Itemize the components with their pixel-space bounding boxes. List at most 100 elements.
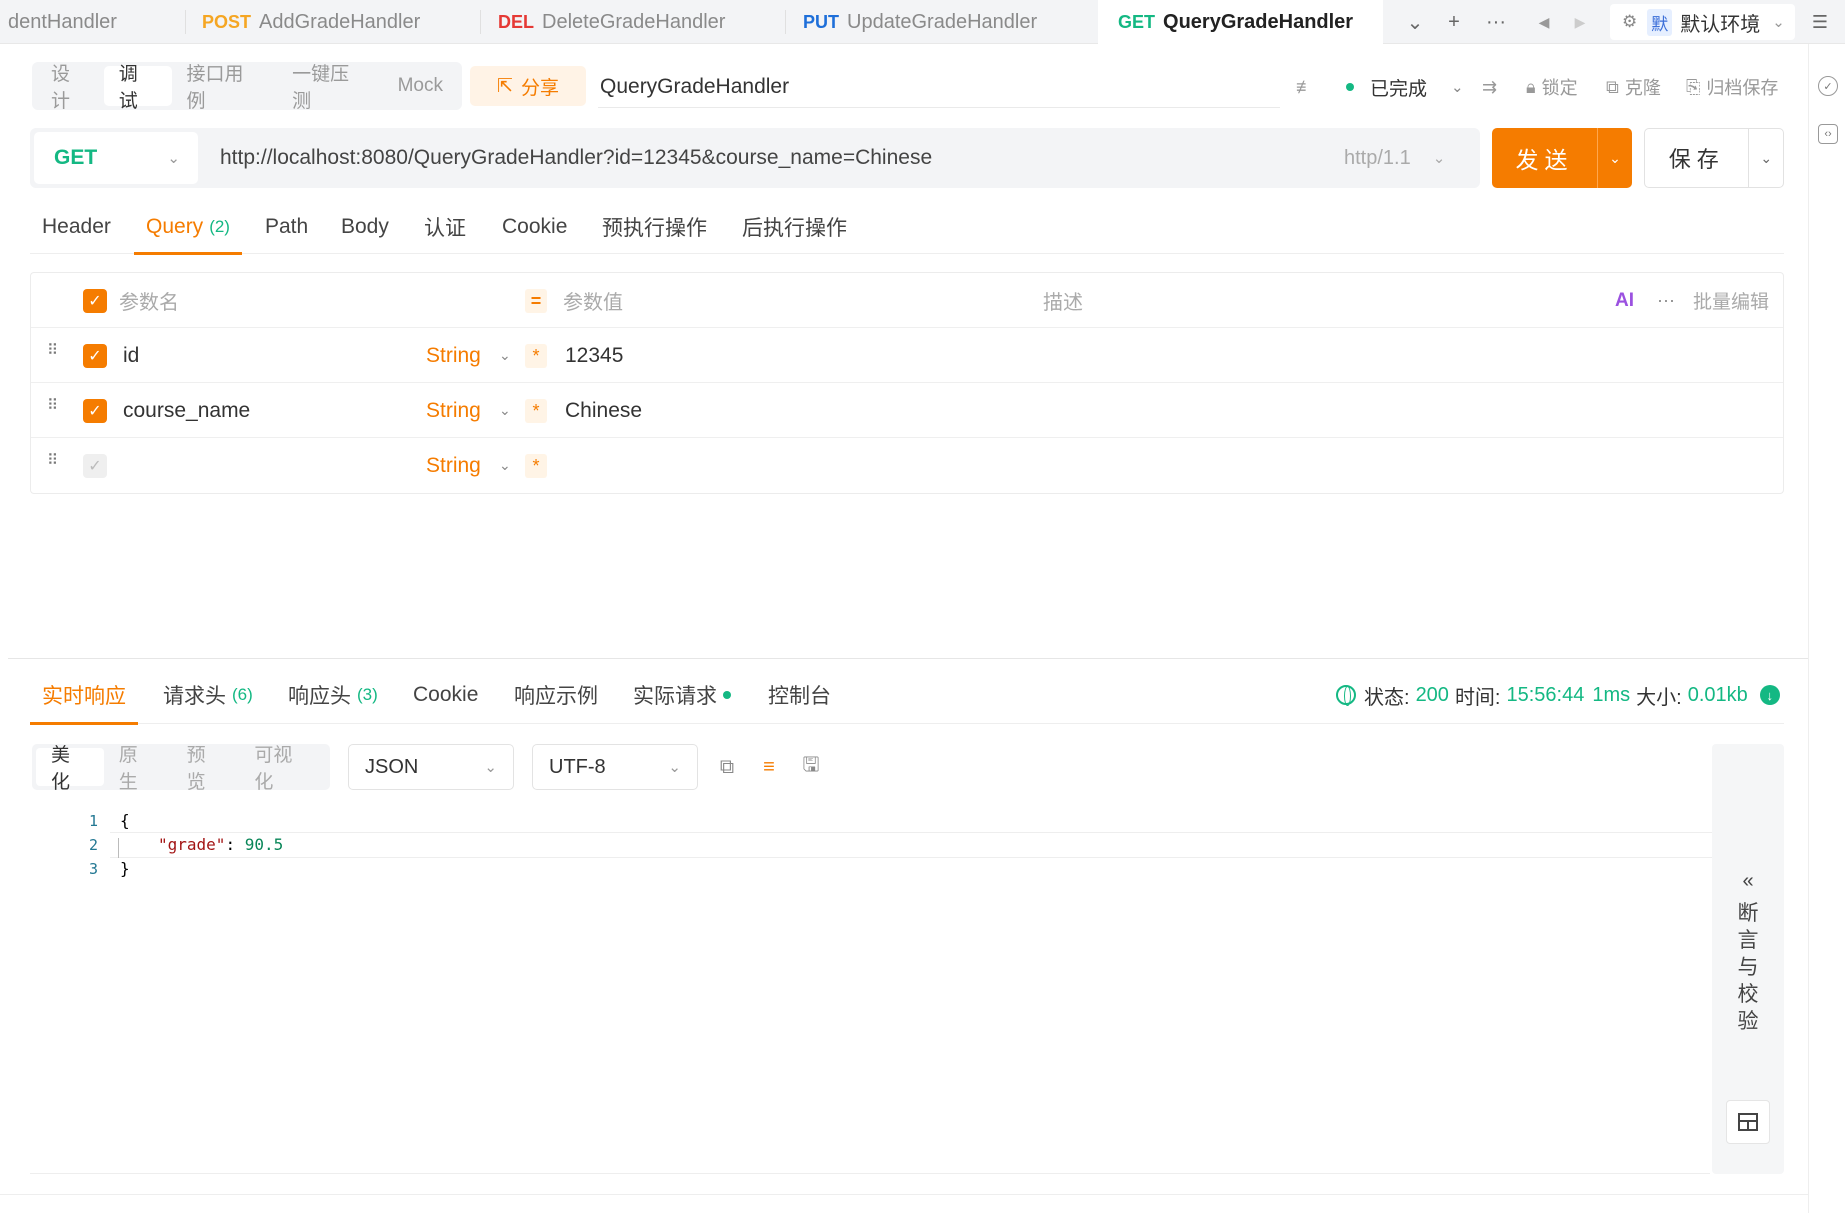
param-type[interactable]: String — [426, 328, 481, 383]
param-value[interactable]: Chinese — [565, 383, 642, 438]
tab-actual-request[interactable]: 实际请求 — [633, 666, 731, 724]
chevron-down-icon[interactable]: ⌄ — [1401, 8, 1429, 36]
tab-live-response[interactable]: 实时响应 — [30, 666, 138, 725]
arrow-left-icon[interactable]: ◀ — [1530, 8, 1558, 36]
drag-handle-icon[interactable]: ⠿ — [47, 398, 67, 421]
tab-delete-grade[interactable]: DEL DeleteGradeHandler — [498, 0, 725, 44]
param-type[interactable]: String — [426, 383, 481, 438]
tab-label: 请求头 — [163, 685, 226, 708]
required-icon[interactable]: * — [525, 399, 547, 423]
tab-label: 控制台 — [768, 685, 831, 708]
param-value[interactable] — [565, 438, 965, 493]
mode-mock[interactable]: Mock — [383, 66, 458, 106]
view-visualize[interactable]: 可视化 — [239, 745, 326, 793]
send-button[interactable]: 发送 ⌄ — [1492, 128, 1632, 188]
share-icon: ⇱ — [497, 75, 513, 97]
tab-console[interactable]: 控制台 — [768, 666, 831, 724]
split-icon[interactable]: ⇉ — [1482, 70, 1497, 104]
tab-request-headers[interactable]: 请求头 (6) — [163, 666, 253, 724]
plus-icon[interactable]: + — [1440, 8, 1468, 36]
drag-handle-icon[interactable]: ⠿ — [47, 453, 67, 476]
col-name-header: 参数名 — [119, 292, 179, 314]
tab-response-example[interactable]: 响应示例 — [514, 666, 598, 724]
bulk-edit-button[interactable]: 批量编辑 — [1693, 273, 1769, 328]
archive-button[interactable]: ⎘ 归档保存 — [1686, 70, 1778, 104]
param-name[interactable]: course_name — [123, 383, 250, 438]
tab-pre-script[interactable]: 预执行操作 — [602, 200, 707, 254]
chevron-down-icon[interactable]: ⌄ — [499, 328, 511, 383]
row-checkbox[interactable]: ✓ — [83, 344, 107, 368]
status-select[interactable]: 已完成 ⌄ — [1346, 70, 1464, 104]
env-gear-icon: ⚙ — [1622, 12, 1638, 31]
mode-debug[interactable]: 调试 — [103, 64, 172, 112]
tab-add-grade[interactable]: POST AddGradeHandler — [202, 0, 420, 44]
select-all-checkbox[interactable]: ✓ — [83, 289, 107, 313]
arrow-right-icon[interactable]: ▶ — [1566, 8, 1594, 36]
chevrons-left-icon[interactable]: « — [1712, 870, 1784, 893]
url-input[interactable]: http://localhost:8080/QueryGradeHandler?… — [220, 128, 932, 188]
tab-student-handler[interactable]: dentHandler — [8, 0, 117, 44]
more-icon[interactable]: ··· — [1657, 273, 1675, 328]
indent-guide — [118, 838, 119, 858]
tab-resp-cookie[interactable]: Cookie — [413, 666, 478, 724]
mode-design[interactable]: 设计 — [36, 64, 104, 112]
http-version-select[interactable]: http/1.1 ⌄ — [1344, 128, 1445, 188]
check-circle-icon[interactable]: ✓ — [1818, 76, 1838, 96]
view-preview[interactable]: 预览 — [172, 745, 240, 793]
encoding-select[interactable]: UTF-8 ⌄ — [532, 744, 698, 790]
param-name[interactable] — [123, 438, 403, 493]
tab-label: QueryGradeHandler — [1163, 10, 1354, 33]
tab-path[interactable]: Path — [265, 200, 308, 254]
archive-label: 归档保存 — [1706, 78, 1779, 98]
layout-icon[interactable] — [1726, 1100, 1770, 1144]
save-dropdown-icon[interactable]: ⌄ — [1748, 128, 1783, 188]
response-editor[interactable]: 1 2 3 { "grade": 90.5 } — [30, 808, 1732, 1174]
required-icon[interactable]: * — [525, 344, 547, 368]
drag-handle-icon[interactable]: ⠿ — [47, 343, 67, 366]
clone-button[interactable]: ⧉ 克隆 — [1606, 70, 1661, 104]
param-type[interactable]: String — [426, 438, 481, 493]
share-button[interactable]: ⇱ 分享 — [470, 66, 586, 106]
save-button[interactable]: 保存 ⌄ — [1644, 128, 1784, 188]
view-pretty[interactable]: 美化 — [36, 745, 104, 793]
tab-query[interactable]: Query (2) — [134, 200, 242, 255]
time-label: 时间: — [1454, 686, 1501, 709]
environment-select[interactable]: ⚙ 默 默认环境 ⌄ — [1610, 4, 1795, 40]
panel-divider[interactable] — [8, 658, 1808, 659]
view-raw[interactable]: 原生 — [104, 745, 172, 793]
mode-load-test[interactable]: 一键压测 — [277, 64, 383, 112]
code-icon[interactable]: ‹› — [1818, 124, 1838, 144]
row-checkbox[interactable]: ✓ — [83, 454, 107, 478]
tab-update-grade[interactable]: PUT UpdateGradeHandler — [803, 0, 1037, 44]
globe-icon[interactable] — [1336, 685, 1356, 706]
wrap-icon[interactable]: ≡ — [756, 754, 782, 780]
tab-auth[interactable]: 认证 — [424, 200, 466, 254]
assertion-panel[interactable]: « 断言与校验 — [1712, 744, 1784, 1174]
copy-icon[interactable]: ⧉ — [714, 754, 740, 780]
ai-icon[interactable]: AI — [1615, 273, 1634, 328]
tab-query-grade[interactable]: GET QueryGradeHandler — [1098, 0, 1383, 44]
tab-post-script[interactable]: 后执行操作 — [742, 200, 847, 254]
chevron-down-icon[interactable]: ⌄ — [499, 438, 511, 493]
tab-response-headers[interactable]: 响应头 (3) — [288, 666, 378, 724]
chevron-down-icon[interactable]: ⌄ — [499, 383, 511, 438]
tab-cookie[interactable]: Cookie — [502, 200, 567, 254]
tab-body[interactable]: Body — [341, 200, 389, 254]
lock-button[interactable]: 🔒︎ 锁定 — [1526, 70, 1578, 104]
required-icon[interactable]: * — [525, 454, 547, 478]
param-value[interactable]: 12345 — [565, 328, 623, 383]
download-icon[interactable]: ↓ — [1759, 685, 1780, 705]
format-select[interactable]: JSON ⌄ — [348, 744, 514, 790]
save-icon[interactable]: 🖫︎ — [798, 754, 824, 780]
api-name-field[interactable]: QueryGradeHandler — [598, 66, 1280, 108]
edit-icon[interactable]: ≢ — [1296, 70, 1314, 104]
more-icon[interactable]: ··· — [1482, 8, 1510, 36]
tab-header[interactable]: Header — [42, 200, 111, 254]
row-checkbox[interactable]: ✓ — [83, 399, 107, 423]
param-name[interactable]: id — [123, 328, 139, 383]
mode-test-case[interactable]: 接口用例 — [172, 64, 278, 112]
status-label: 状态: — [1364, 686, 1410, 709]
send-dropdown-icon[interactable]: ⌄ — [1597, 128, 1632, 188]
method-select[interactable]: GET ⌄ — [34, 132, 198, 184]
menu-icon[interactable]: ☰ — [1806, 8, 1834, 36]
